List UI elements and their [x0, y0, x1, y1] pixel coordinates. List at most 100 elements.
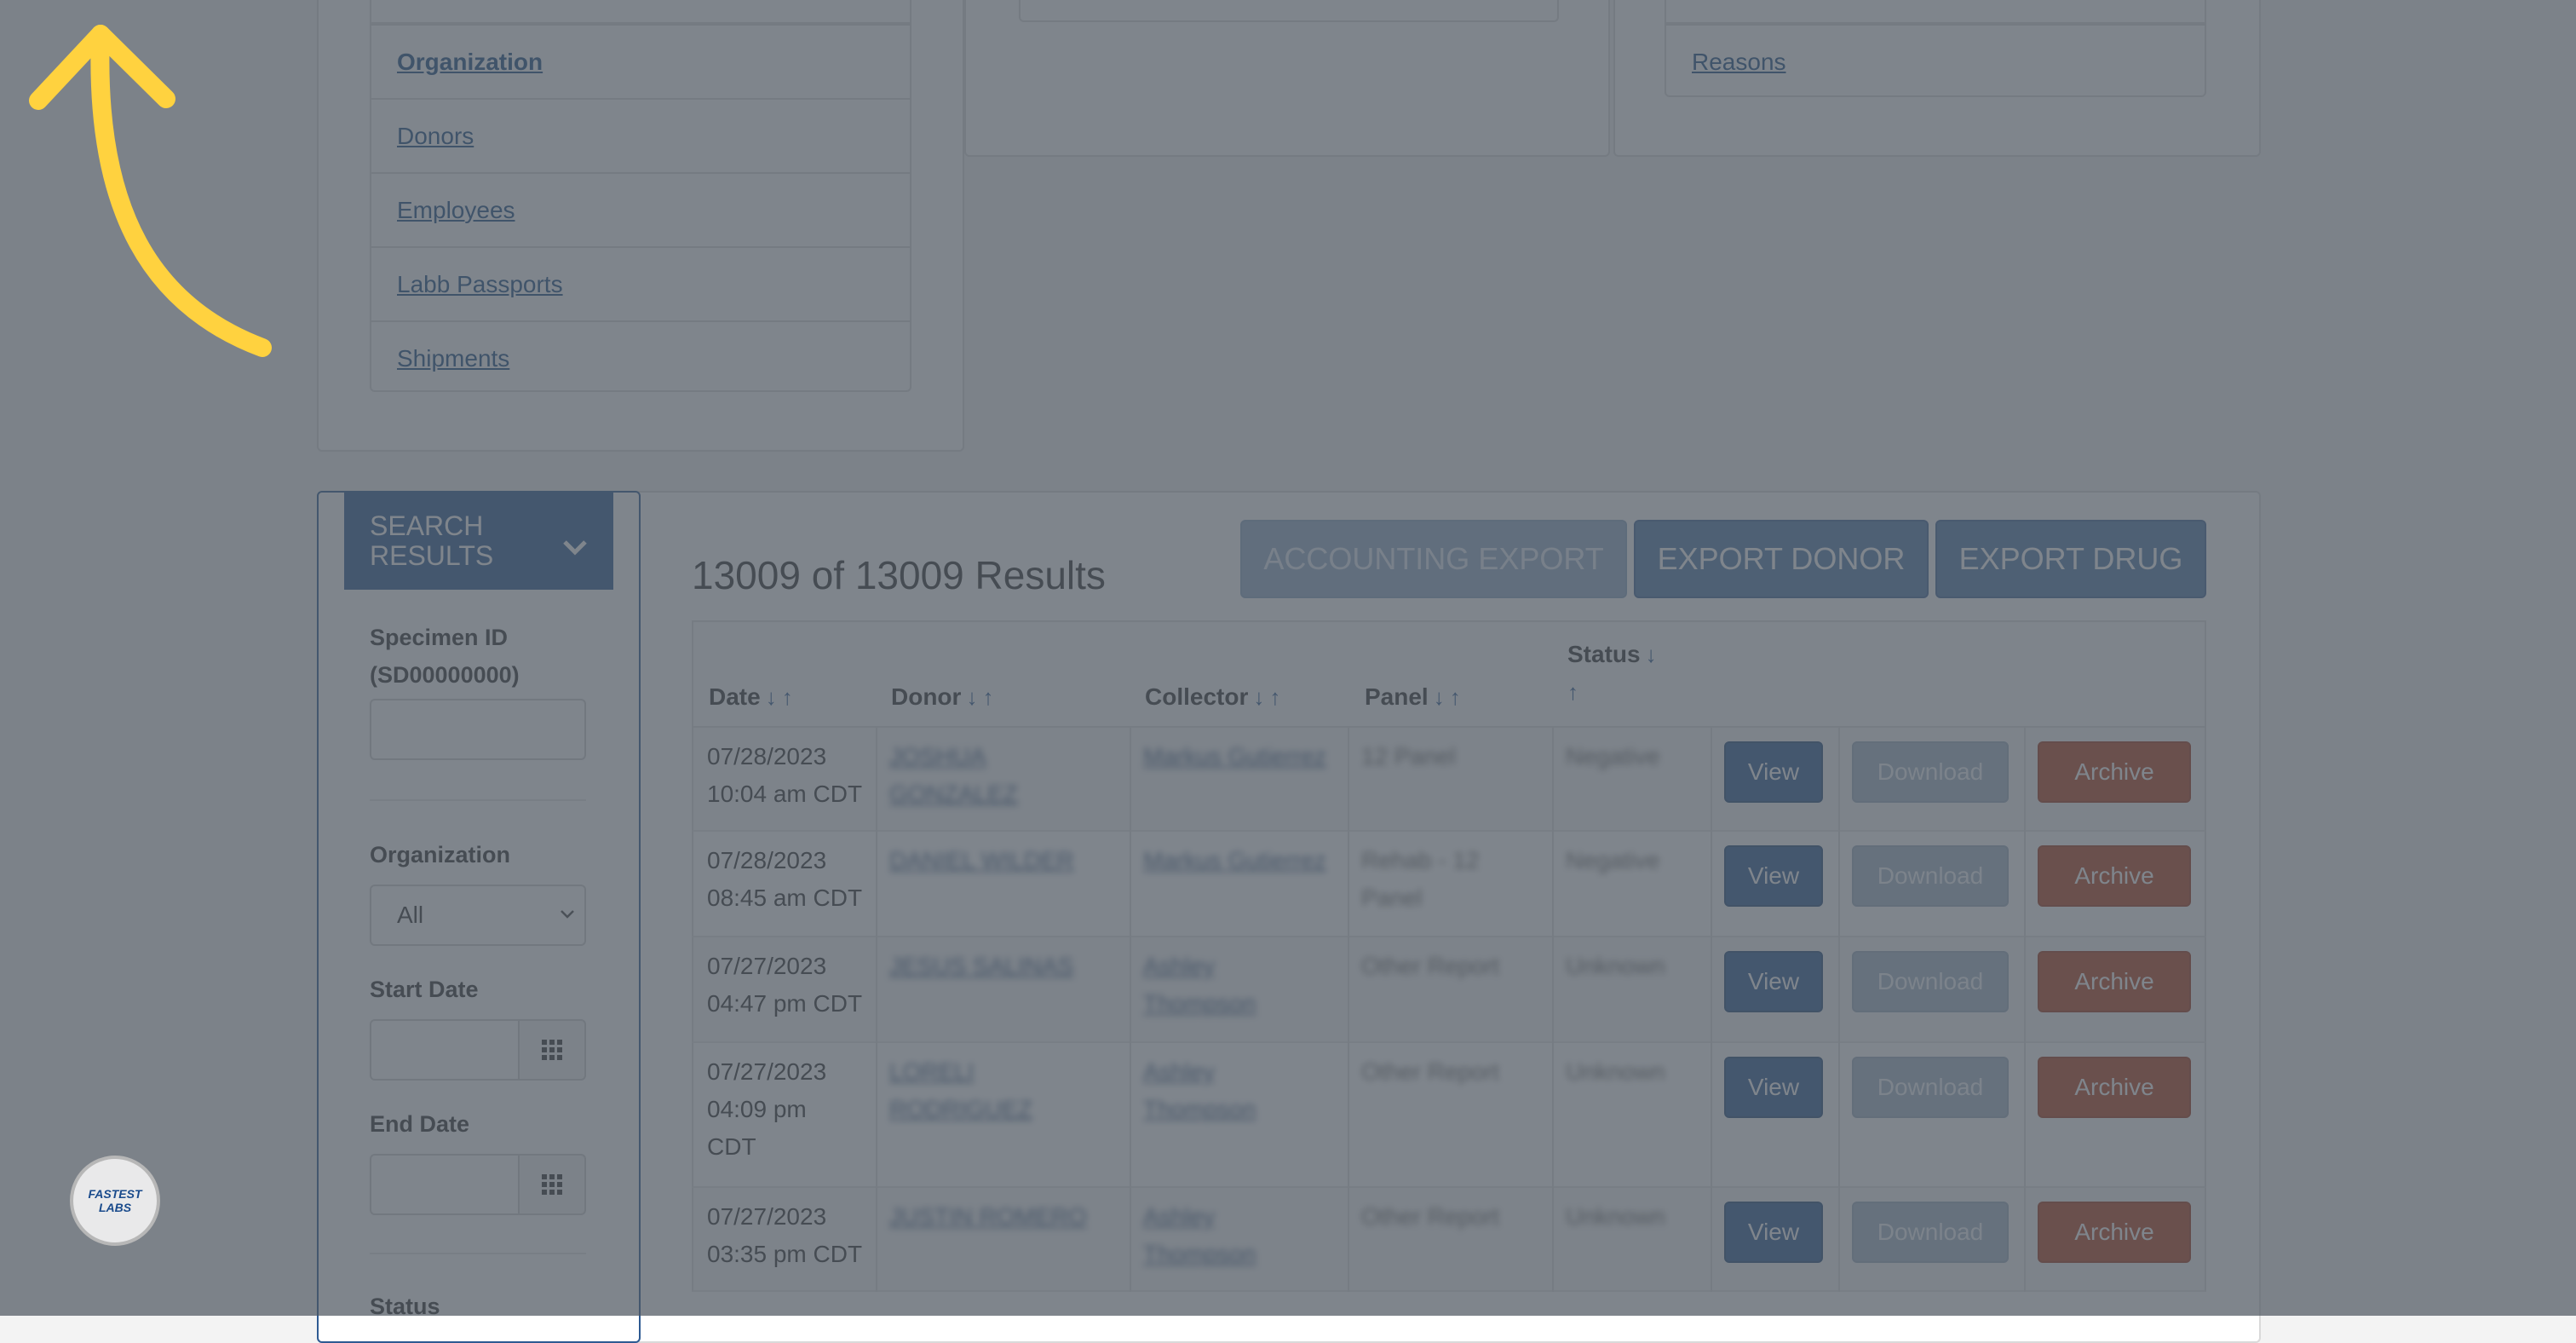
column-header-date[interactable]: Date ↓ ↑ — [709, 683, 793, 711]
donor-cell[interactable]: JESUS SALINAS — [889, 948, 1073, 985]
table-row: 07/27/2023 03:35 pm CDT JUSTIN ROMERO Ashle… — [692, 1188, 2206, 1292]
date-cell-line: 03:35 pm CDT — [707, 1241, 863, 1267]
donor-cell-line[interactable]: JUSTIN ROMERO — [889, 1198, 1087, 1236]
donor-cell[interactable]: DANIEL WILDER — [889, 842, 1074, 879]
column-divider — [1552, 1043, 1554, 1188]
sort-desc-icon[interactable]: ↓ — [1253, 684, 1264, 710]
archive-button[interactable]: Archive — [2038, 1202, 2191, 1263]
panel-cell-line: 12 Panel — [1361, 743, 1456, 769]
column-header-panel-label: Panel — [1365, 683, 1429, 710]
export-donor-button[interactable]: EXPORT DONOR — [1634, 520, 1929, 598]
reports-link-shipments-label[interactable]: Shipments — [397, 345, 509, 372]
archive-button[interactable]: Archive — [2038, 951, 2191, 1012]
column-header-collector-label: Collector — [1145, 683, 1249, 710]
download-button[interactable]: Download — [1852, 1057, 2009, 1118]
sort-asc-icon[interactable]: ↑ — [1567, 679, 1578, 705]
column-divider — [1348, 937, 1349, 1043]
column-divider — [876, 1188, 877, 1292]
date-cell-line: CDT — [707, 1133, 756, 1160]
column-header-donor[interactable]: Donor ↓ ↑ — [891, 683, 993, 711]
donor-cell-line[interactable]: JOSHUA — [889, 738, 1018, 775]
download-button[interactable]: Download — [1852, 951, 2009, 1012]
panel-cell-line: Rehab - 12 — [1361, 847, 1480, 873]
status-cell-line: Unknown — [1566, 1058, 1665, 1085]
collector-cell: Ashley Thompson — [1143, 948, 1256, 1023]
status-cell: Unknown — [1566, 1198, 1665, 1236]
column-divider — [1838, 832, 1840, 937]
view-button[interactable]: View — [1724, 1202, 1823, 1263]
start-date-calendar-button[interactable] — [518, 1019, 586, 1081]
specimen-id-label: Specimen ID (SD00000000) — [370, 625, 520, 688]
sort-desc-icon[interactable]: ↓ — [766, 684, 777, 710]
column-header-status[interactable]: Status ↓ ↑ — [1567, 636, 1657, 711]
reports-link-list: Organization Donors Employees Labb Passp… — [370, 0, 911, 392]
reports-link-donors-label[interactable]: Donors — [397, 123, 474, 150]
donor-cell-line[interactable]: LORELI — [889, 1053, 1032, 1091]
view-button[interactable]: View — [1724, 845, 1823, 907]
organization-label: Organization — [370, 842, 511, 867]
organization-select[interactable]: All — [370, 885, 586, 946]
column-divider — [2024, 937, 2026, 1043]
column-divider — [1130, 1043, 1131, 1188]
reports-link-labb-passports-label[interactable]: Labb Passports — [397, 271, 563, 298]
collector-cell-line: Ashley — [1143, 953, 1216, 979]
panel-cell: 12 Panel — [1361, 738, 1456, 775]
end-date-input[interactable] — [370, 1154, 520, 1215]
right-link-reasons[interactable]: Reasons — [1666, 24, 2205, 98]
download-button[interactable]: Download — [1852, 741, 2009, 803]
reports-link-labb-passports[interactable]: Labb Passports — [371, 246, 910, 320]
column-header-panel[interactable]: Panel ↓ ↑ — [1365, 683, 1461, 711]
download-button[interactable]: Download — [1852, 845, 2009, 907]
specimen-id-input[interactable] — [370, 699, 586, 760]
chevron-down-icon — [563, 540, 587, 556]
archive-button[interactable]: Archive — [2038, 845, 2191, 907]
collector-cell: Ashley Thompson — [1143, 1053, 1256, 1128]
column-divider — [1711, 1043, 1712, 1188]
donor-cell[interactable]: JUSTIN ROMERO — [889, 1198, 1087, 1236]
collector-cell-line: Markus Gutierrez — [1143, 847, 1326, 873]
accounting-export-button[interactable]: ACCOUNTING EXPORT — [1240, 520, 1627, 598]
donor-cell-line[interactable]: JESUS SALINAS — [889, 948, 1073, 985]
sort-desc-icon[interactable]: ↓ — [1646, 642, 1657, 667]
view-button[interactable]: View — [1724, 1057, 1823, 1118]
sort-asc-icon[interactable]: ↑ — [782, 684, 793, 710]
column-divider — [876, 937, 877, 1043]
sort-desc-icon[interactable]: ↓ — [1434, 684, 1445, 710]
donor-cell[interactable]: LORELI RODRIGUEZ — [889, 1053, 1032, 1128]
reports-link-donors[interactable]: Donors — [371, 98, 910, 172]
view-button[interactable]: View — [1724, 741, 1823, 803]
column-divider — [2024, 1043, 2026, 1188]
start-date-input[interactable] — [370, 1019, 520, 1081]
search-results-toggle[interactable]: SEARCH RESULTS — [344, 493, 613, 590]
archive-button[interactable]: Archive — [2038, 1057, 2191, 1118]
reports-link-organization[interactable]: Organization — [371, 24, 910, 98]
middle-panel-list — [1019, 0, 1559, 22]
reports-link-employees[interactable]: Employees — [371, 172, 910, 246]
view-button[interactable]: View — [1724, 951, 1823, 1012]
sort-asc-icon[interactable]: ↑ — [1269, 684, 1280, 710]
donor-cell-line[interactable]: RODRIGUEZ — [889, 1091, 1032, 1128]
export-drug-button[interactable]: EXPORT DRUG — [1935, 520, 2206, 598]
reports-link-organization-label[interactable]: Organization — [397, 49, 543, 76]
column-divider — [1552, 832, 1554, 937]
column-divider — [1711, 1188, 1712, 1292]
sort-asc-icon[interactable]: ↑ — [982, 684, 993, 710]
archive-button[interactable]: Archive — [2038, 741, 2191, 803]
sort-desc-icon[interactable]: ↓ — [966, 684, 977, 710]
end-date-calendar-button[interactable] — [518, 1154, 586, 1215]
panel-cell-line: Other Report — [1361, 1058, 1499, 1085]
column-divider — [1348, 1188, 1349, 1292]
donor-cell-line[interactable]: GONZALEZ — [889, 775, 1018, 813]
fastest-labs-badge[interactable]: FASTEST LABS — [70, 1156, 160, 1246]
column-header-donor-label: Donor — [891, 683, 962, 710]
reports-link-employees-label[interactable]: Employees — [397, 197, 515, 224]
column-divider — [1348, 728, 1349, 832]
date-cell: 07/28/2023 08:45 am CDT — [707, 842, 862, 917]
download-button[interactable]: Download — [1852, 1202, 2009, 1263]
donor-cell[interactable]: JOSHUA GONZALEZ — [889, 738, 1018, 813]
right-link-reasons-label[interactable]: Reasons — [1692, 49, 1786, 76]
donor-cell-line[interactable]: DANIEL WILDER — [889, 842, 1074, 879]
reports-link-shipments[interactable]: Shipments — [371, 320, 910, 395]
sort-asc-icon[interactable]: ↑ — [1450, 684, 1461, 710]
column-header-collector[interactable]: Collector ↓ ↑ — [1145, 683, 1280, 711]
